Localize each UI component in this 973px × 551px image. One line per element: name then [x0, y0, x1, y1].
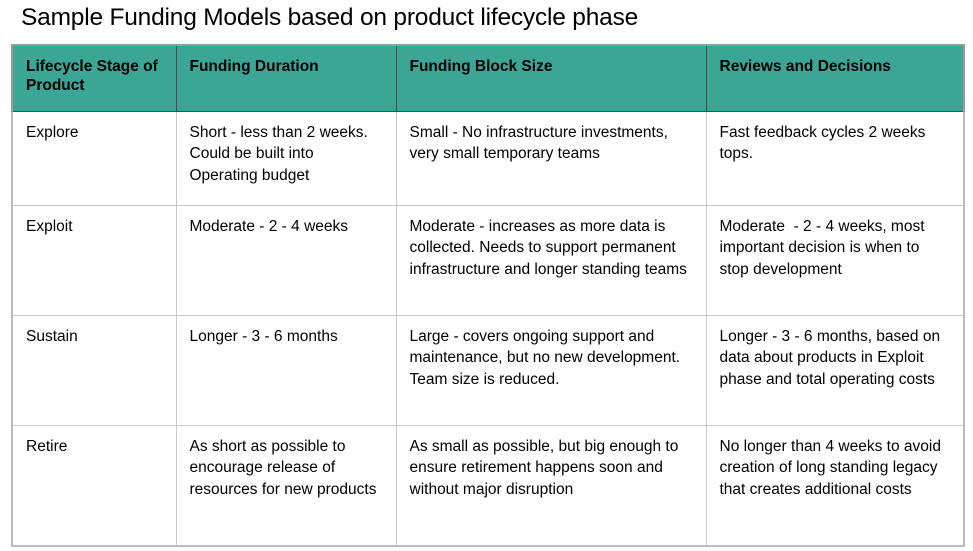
slide-canvas: Sample Funding Models based on product l…	[0, 0, 973, 551]
column-header-label: Funding Block Size	[409, 58, 553, 75]
table-body: Explore Short - less than 2 weeks. Could…	[11, 110, 965, 547]
cell-text: Fast feedback cycles 2 weeks tops.	[719, 123, 930, 163]
column-header-reviews-and-decisions: Reviews and Decisions	[705, 44, 965, 112]
cell-text: Moderate - increases as more data is col…	[409, 217, 687, 278]
cell-reviews: Fast feedback cycles 2 weeks tops.	[705, 110, 965, 206]
cell-block-size: Large - covers ongoing support and maint…	[395, 314, 707, 426]
page-title: Sample Funding Models based on product l…	[21, 4, 639, 31]
funding-models-table: Lifecycle Stage of Product Funding Durat…	[11, 44, 965, 547]
cell-text: No longer than 4 weeks to avoid creation…	[719, 437, 946, 498]
cell-duration: Longer - 3 - 6 months	[175, 314, 397, 426]
column-header-lifecycle-stage: Lifecycle Stage of Product	[11, 44, 177, 112]
cell-text: Short - less than 2 weeks. Could be buil…	[189, 123, 373, 184]
cell-duration: Moderate - 2 - 4 weeks	[175, 204, 397, 316]
cell-reviews: Moderate - 2 - 4 weeks, most important d…	[705, 204, 965, 316]
cell-stage: Retire	[11, 424, 177, 547]
cell-block-size: Moderate - increases as more data is col…	[395, 204, 707, 316]
column-header-label: Lifecycle Stage of Product	[26, 58, 163, 94]
table-row: Retire As short as possible to encourage…	[11, 424, 965, 547]
column-header-label: Funding Duration	[189, 58, 319, 75]
cell-text: Longer - 3 - 6 months, based on data abo…	[719, 327, 945, 388]
table-header: Lifecycle Stage of Product Funding Durat…	[11, 44, 965, 112]
cell-text: Small - No infrastructure investments, v…	[409, 123, 673, 163]
cell-text: Large - covers ongoing support and maint…	[409, 327, 685, 388]
table-row: Sustain Longer - 3 - 6 months Large - co…	[11, 314, 965, 426]
cell-duration: Short - less than 2 weeks. Could be buil…	[175, 110, 397, 206]
cell-text: Explore	[26, 123, 79, 141]
cell-text: Exploit	[26, 217, 73, 235]
cell-text: Moderate - 2 - 4 weeks, most important d…	[719, 217, 929, 278]
table-row: Exploit Moderate - 2 - 4 weeks Moderate …	[11, 204, 965, 316]
cell-stage: Explore	[11, 110, 177, 206]
cell-stage: Sustain	[11, 314, 177, 426]
cell-reviews: Longer - 3 - 6 months, based on data abo…	[705, 314, 965, 426]
funding-models-table-container: Lifecycle Stage of Product Funding Durat…	[11, 44, 965, 547]
cell-stage: Exploit	[11, 204, 177, 316]
table-header-row: Lifecycle Stage of Product Funding Durat…	[11, 44, 965, 112]
cell-block-size: As small as possible, but big enough to …	[395, 424, 707, 547]
table-row: Explore Short - less than 2 weeks. Could…	[11, 110, 965, 206]
cell-text: As small as possible, but big enough to …	[409, 437, 683, 498]
cell-duration: As short as possible to encourage releas…	[175, 424, 397, 547]
cell-reviews: No longer than 4 weeks to avoid creation…	[705, 424, 965, 547]
cell-text: Sustain	[26, 327, 78, 345]
cell-text: Longer - 3 - 6 months	[189, 327, 338, 345]
cell-text: As short as possible to encourage releas…	[189, 437, 377, 498]
column-header-funding-block-size: Funding Block Size	[395, 44, 707, 112]
cell-block-size: Small - No infrastructure investments, v…	[395, 110, 707, 206]
column-header-label: Reviews and Decisions	[719, 58, 891, 75]
column-header-funding-duration: Funding Duration	[175, 44, 397, 112]
cell-text: Moderate - 2 - 4 weeks	[189, 217, 349, 235]
cell-text: Retire	[26, 437, 68, 455]
